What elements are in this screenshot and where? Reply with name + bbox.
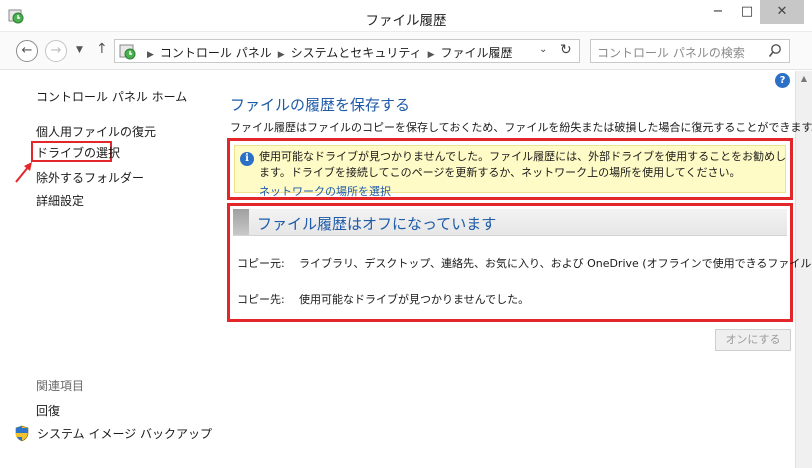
help-icon[interactable]: ? (775, 73, 790, 88)
sidebar-item-system-image-backup[interactable]: システム イメージ バックアップ (37, 425, 212, 442)
search-box[interactable]: コントロール パネルの検索 (590, 39, 790, 63)
window-title: ファイル履歴 (365, 13, 447, 29)
copy-to-value: 使用可能なドライブが見つかりませんでした。 (299, 293, 530, 306)
related-heading: 関連項目 (36, 379, 85, 393)
title-bar: ファイル履歴 − □ ✕ (0, 0, 812, 32)
sidebar-item-exclude-folders[interactable]: 除外するフォルダー (36, 169, 144, 186)
breadcrumb-separator-icon: ▶ (147, 50, 154, 60)
sidebar-item-select-drive[interactable]: ドライブの選択 (36, 144, 120, 161)
status-indicator (233, 209, 249, 235)
back-button[interactable]: ← (16, 40, 38, 62)
uac-shield-icon (15, 425, 29, 442)
up-arrow-button[interactable]: ↑ (96, 41, 108, 57)
notice-text: 使用可能なドライブが見つかりませんでした。ファイル履歴には、外部ドライブを使用す… (259, 150, 787, 179)
refresh-icon[interactable]: ↻ (560, 42, 572, 58)
no-drive-notice: i 使用可能なドライブが見つかりませんでした。ファイル履歴には、外部ドライブを使… (234, 145, 787, 198)
breadcrumb-separator-icon[interactable]: ▶ (278, 50, 285, 60)
forward-button[interactable]: → (45, 40, 67, 62)
status-header: ファイル履歴はオフになっています (233, 209, 787, 236)
copy-from-value: ライブラリ、デスクトップ、連絡先、お気に入り、および OneDrive (オフラ… (299, 257, 812, 270)
breadcrumb-file-history[interactable]: ファイル履歴 (441, 46, 513, 60)
recent-locations-chevron-icon[interactable]: ▼ (76, 45, 83, 55)
search-icon[interactable] (768, 43, 782, 59)
red-arrow-icon (15, 162, 32, 183)
breadcrumb-separator-icon[interactable]: ▶ (428, 50, 435, 60)
maximize-button[interactable]: □ (734, 0, 760, 24)
address-dropdown-icon[interactable]: ⌄ (539, 44, 547, 55)
page-description: ファイル履歴はファイルのコピーを保存しておくため、ファイルを紛失または破損した場… (230, 121, 812, 134)
sidebar-item-restore-files[interactable]: 個人用ファイルの復元 (36, 123, 156, 140)
copy-from-label: コピー元: (237, 257, 285, 270)
scroll-up-icon[interactable]: ▲ (796, 71, 812, 87)
breadcrumb-control-panel[interactable]: コントロール パネル (160, 46, 272, 60)
status-title: ファイル履歴はオフになっています (257, 215, 497, 233)
status-highlight-box: ファイル履歴はオフになっています コピー元: ライブラリ、デスクトップ、連絡先、… (227, 203, 812, 322)
turn-on-button[interactable]: オンにする (715, 329, 791, 351)
notice-highlight-box: i 使用可能なドライブが見つかりませんでした。ファイル履歴には、外部ドライブを使… (227, 138, 793, 200)
address-bar[interactable]: ▶ コントロール パネル ▶ システムとセキュリティ ▶ ファイル履歴 ⌄ ↻ (114, 39, 580, 63)
search-input[interactable]: コントロール パネルの検索 (597, 44, 745, 61)
select-network-location-link[interactable]: ネットワークの場所を選択 (259, 183, 391, 199)
control-panel-icon (119, 44, 136, 60)
minimize-button[interactable]: − (705, 0, 731, 24)
sidebar-control-panel-home[interactable]: コントロール パネル ホーム (36, 88, 187, 105)
page-title: ファイルの履歴を保存する (230, 96, 411, 114)
info-icon: i (240, 152, 254, 166)
sidebar-item-recovery[interactable]: 回復 (36, 402, 60, 419)
sidebar-item-advanced-settings[interactable]: 詳細設定 (36, 192, 84, 209)
close-button[interactable]: ✕ (760, 0, 804, 24)
breadcrumb-system-security[interactable]: システムとセキュリティ (291, 46, 422, 60)
breadcrumb: ▶ コントロール パネル ▶ システムとセキュリティ ▶ ファイル履歴 (141, 44, 513, 61)
copy-to-label: コピー先: (237, 293, 285, 306)
navigation-bar: ← → ▼ ↑ ▶ コントロール パネル ▶ システムとセキュリティ ▶ ファイル履歴 ⌄… (0, 32, 812, 70)
